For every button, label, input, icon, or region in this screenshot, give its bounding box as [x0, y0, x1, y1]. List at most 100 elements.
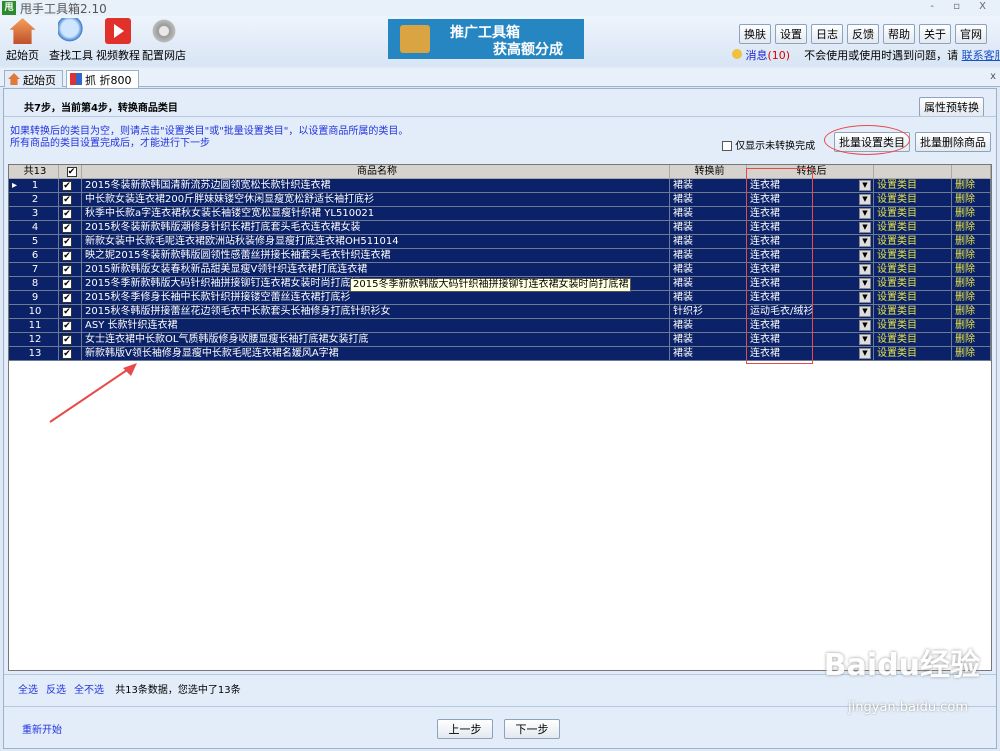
delete-link[interactable]: 删除: [952, 207, 991, 221]
chevron-down-icon[interactable]: ▼: [859, 320, 871, 331]
row-checkbox-cell[interactable]: ✔: [59, 347, 82, 361]
delete-link[interactable]: 删除: [952, 249, 991, 263]
delete-link[interactable]: 删除: [952, 221, 991, 235]
table-row[interactable]: 5✔新款女装中长款毛呢连衣裙欧洲站秋装修身显瘦打底连衣裙OH511014裙装连衣…: [9, 235, 991, 249]
chevron-down-icon[interactable]: ▼: [859, 292, 871, 303]
header-checkbox[interactable]: ✔: [59, 165, 82, 179]
row-checkbox[interactable]: ✔: [62, 181, 72, 191]
select-all-link[interactable]: 全选: [18, 685, 38, 696]
configure-shop-button[interactable]: 配置网店: [142, 18, 186, 63]
chevron-down-icon[interactable]: ▼: [859, 306, 871, 317]
set-category-link[interactable]: 设置类目: [874, 291, 952, 305]
log-button[interactable]: 日志: [811, 24, 843, 44]
set-category-link[interactable]: 设置类目: [874, 221, 952, 235]
prev-step-button[interactable]: 上一步: [437, 719, 493, 739]
header-name[interactable]: 商品名称: [82, 165, 670, 179]
chevron-down-icon[interactable]: ▼: [859, 264, 871, 275]
restart-link[interactable]: 重新开始: [22, 721, 62, 736]
attribute-preconvert-button[interactable]: 属性预转换: [919, 97, 984, 117]
only-unconverted-checkbox[interactable]: 仅显示未转换完成: [722, 137, 815, 152]
batch-delete-button[interactable]: 批量删除商品: [915, 132, 991, 152]
row-checkbox-cell[interactable]: ✔: [59, 277, 82, 291]
tab-home[interactable]: 起始页: [4, 70, 63, 87]
feedback-button[interactable]: 反馈: [847, 24, 879, 44]
delete-link[interactable]: 删除: [952, 263, 991, 277]
table-row[interactable]: 10✔2015秋冬韩版拼接蕾丝花边领毛衣中长款套头长袖修身打底针织衫女针织衫运动…: [9, 305, 991, 319]
checkbox[interactable]: [722, 141, 732, 151]
chevron-down-icon[interactable]: ▼: [859, 194, 871, 205]
row-checkbox[interactable]: ✔: [62, 293, 72, 303]
set-category-link[interactable]: 设置类目: [874, 277, 952, 291]
row-checkbox[interactable]: ✔: [62, 307, 72, 317]
next-step-button[interactable]: 下一步: [504, 719, 560, 739]
row-checkbox[interactable]: ✔: [62, 321, 72, 331]
skin-button[interactable]: 换肤: [739, 24, 771, 44]
delete-link[interactable]: 删除: [952, 305, 991, 319]
select-all-checkbox[interactable]: ✔: [67, 167, 77, 177]
delete-link[interactable]: 删除: [952, 291, 991, 305]
delete-link[interactable]: 删除: [952, 347, 991, 361]
row-checkbox-cell[interactable]: ✔: [59, 291, 82, 305]
table-row[interactable]: ▸1✔2015冬装新款韩国清新流苏边圆领宽松长款针织连衣裙裙装连衣裙▼设置类目删…: [9, 179, 991, 193]
set-category-link[interactable]: 设置类目: [874, 319, 952, 333]
table-row[interactable]: 6✔映之妮2015冬装新款韩版圆领性感蕾丝拼接长袖套头毛衣针织连衣裙裙装连衣裙▼…: [9, 249, 991, 263]
video-tutorial-button[interactable]: 视频教程: [96, 18, 140, 63]
row-checkbox[interactable]: ✔: [62, 335, 72, 345]
set-category-link[interactable]: 设置类目: [874, 235, 952, 249]
set-category-link[interactable]: 设置类目: [874, 305, 952, 319]
set-category-link[interactable]: 设置类目: [874, 179, 952, 193]
row-checkbox-cell[interactable]: ✔: [59, 263, 82, 277]
table-row[interactable]: 2✔中长款女装连衣裙200斤胖妹妹镂空休闲显瘦宽松舒适长袖打底衫裙装连衣裙▼设置…: [9, 193, 991, 207]
row-checkbox[interactable]: ✔: [62, 237, 72, 247]
delete-link[interactable]: 删除: [952, 235, 991, 249]
row-checkbox[interactable]: ✔: [62, 195, 72, 205]
settings-button[interactable]: 设置: [775, 24, 807, 44]
set-category-link[interactable]: 设置类目: [874, 249, 952, 263]
row-checkbox-cell[interactable]: ✔: [59, 235, 82, 249]
row-checkbox[interactable]: ✔: [62, 279, 72, 289]
chevron-down-icon[interactable]: ▼: [859, 278, 871, 289]
search-tool-button[interactable]: 查找工具: [49, 18, 93, 63]
select-none-link[interactable]: 全不选: [74, 685, 104, 696]
row-checkbox-cell[interactable]: ✔: [59, 319, 82, 333]
table-row[interactable]: 4✔2015秋冬装新款韩版潮修身针织长裙打底套头毛衣连衣裙女装裙装连衣裙▼设置类…: [9, 221, 991, 235]
close-tab-icon[interactable]: x: [990, 71, 996, 82]
table-row[interactable]: 7✔2015新款韩版女装春秋新品甜美显瘦V领针织连衣裙打底连衣裙裙装连衣裙▼设置…: [9, 263, 991, 277]
chevron-down-icon[interactable]: ▼: [859, 222, 871, 233]
help-button[interactable]: 帮助: [883, 24, 915, 44]
window-controls[interactable]: - ▫ X: [930, 1, 994, 12]
row-checkbox-cell[interactable]: ✔: [59, 179, 82, 193]
delete-link[interactable]: 删除: [952, 319, 991, 333]
set-category-link[interactable]: 设置类目: [874, 207, 952, 221]
home-tool-button[interactable]: 起始页: [6, 18, 39, 63]
table-row[interactable]: 9✔2015秋冬季修身长袖中长款针织拼接镂空蕾丝连衣裙打底衫裙装连衣裙▼设置类目…: [9, 291, 991, 305]
table-row[interactable]: 13✔新款韩版V领长袖修身显瘦中长款毛呢连衣裙名媛风A字裙裙装连衣裙▼设置类目删…: [9, 347, 991, 361]
set-category-link[interactable]: 设置类目: [874, 333, 952, 347]
contact-support-link[interactable]: 联系客服: [962, 49, 1000, 62]
chevron-down-icon[interactable]: ▼: [859, 348, 871, 359]
row-checkbox[interactable]: ✔: [62, 209, 72, 219]
delete-link[interactable]: 删除: [952, 179, 991, 193]
row-checkbox[interactable]: ✔: [62, 349, 72, 359]
promo-banner[interactable]: 推广工具箱 获高额分成: [388, 19, 584, 59]
row-checkbox[interactable]: ✔: [62, 265, 72, 275]
row-checkbox-cell[interactable]: ✔: [59, 333, 82, 347]
row-checkbox[interactable]: ✔: [62, 223, 72, 233]
set-category-link[interactable]: 设置类目: [874, 193, 952, 207]
table-row[interactable]: 12✔女士连衣裙中长款OL气质韩版修身收腰显瘦长袖打底裙女装打底裙装连衣裙▼设置…: [9, 333, 991, 347]
chevron-down-icon[interactable]: ▼: [859, 236, 871, 247]
invert-selection-link[interactable]: 反选: [46, 685, 66, 696]
tab-zhe800[interactable]: 抓 折800: [66, 70, 139, 88]
chevron-down-icon[interactable]: ▼: [859, 180, 871, 191]
row-checkbox-cell[interactable]: ✔: [59, 249, 82, 263]
row-checkbox-cell[interactable]: ✔: [59, 221, 82, 235]
table-row[interactable]: 3✔秋季中长款a字连衣裙秋女装长袖镂空宽松显瘦针织裙 YL510021裙装连衣裙…: [9, 207, 991, 221]
chevron-down-icon[interactable]: ▼: [859, 208, 871, 219]
chevron-down-icon[interactable]: ▼: [859, 334, 871, 345]
set-category-link[interactable]: 设置类目: [874, 347, 952, 361]
delete-link[interactable]: 删除: [952, 193, 991, 207]
set-category-link[interactable]: 设置类目: [874, 263, 952, 277]
header-before[interactable]: 转换前: [670, 165, 747, 179]
row-checkbox-cell[interactable]: ✔: [59, 207, 82, 221]
table-row[interactable]: 11✔ASY 长款针织连衣裙裙装连衣裙▼设置类目删除: [9, 319, 991, 333]
